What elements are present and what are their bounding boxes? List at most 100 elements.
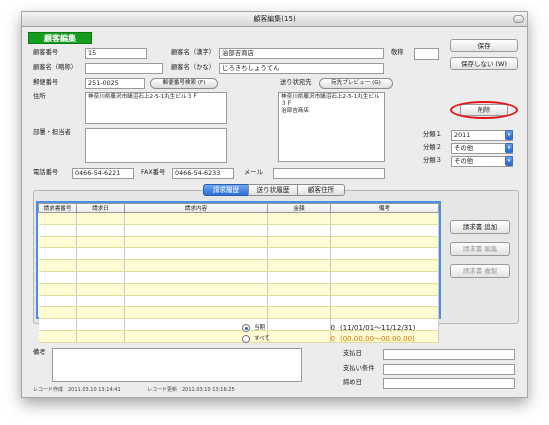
table-cell [267,224,331,237]
all-period-radio[interactable] [242,335,250,343]
table-cell [38,259,77,272]
window-title: 顧客編集(15) [253,15,296,23]
customer-edit-window: 顧客編集(15) 顧客編集 顧客番号 15 顧客名（略称） 顧客名（漢字） 治部… [21,11,528,398]
table-cell [38,318,77,331]
table-cell [267,212,331,225]
table-cell [330,236,439,249]
column-header[interactable]: 請求内容 [124,203,268,213]
customer-short-field[interactable] [85,63,163,74]
send-to-label: 送り状宛先 [280,79,312,86]
postal-label: 郵便番号 [33,79,59,86]
send-to-field[interactable]: 神奈川県藤沢市鵠沼石上2-5-1丸生ビル ３Ｆ 治部吉商店 [278,92,385,162]
table-cell [267,330,331,343]
phone-field[interactable]: 0466-54-6221 [72,168,134,179]
invoice-edit-button[interactable]: 請求書 編集 [450,242,510,256]
chevron-down-icon: ▾ [505,130,513,140]
dept-field[interactable] [85,128,227,163]
column-header[interactable]: 金額 [267,203,331,213]
table-cell [330,224,439,237]
table-row[interactable] [38,271,439,284]
table-cell [76,259,125,272]
table-cell [267,259,331,272]
category-2-select[interactable]: その他 ▾ [451,143,513,154]
memo-label: 備考 [33,349,46,356]
no-save-button[interactable]: 保存しない (W) [450,57,518,70]
pay-terms-field[interactable] [383,364,515,375]
table-row[interactable] [38,224,439,237]
dept-label: 部署・担当者 [33,129,71,136]
table-cell [124,295,268,308]
phone-label: 電話番号 [33,169,59,176]
column-header[interactable]: 請求書番号 [38,203,77,213]
table-row[interactable] [38,212,439,225]
tab-customer-address[interactable]: 顧客住所 [297,184,345,196]
table-row[interactable] [38,295,439,308]
table-cell [124,271,268,284]
table-cell [124,224,268,237]
customer-name-kanji-field[interactable]: 治部吉商店 [219,48,384,59]
table-cell [76,330,125,343]
chevron-down-icon: ▾ [505,156,513,166]
invoice-table[interactable]: 請求書番号 請求日 請求内容 金額 備考 [36,201,441,343]
delete-highlight-annotation [450,101,518,119]
address-field[interactable]: 神奈川県藤沢市鵠沼石上2-5-1丸生ビル３Ｆ [85,92,227,124]
table-cell [267,318,331,331]
table-cell [38,306,77,320]
category-1-label: 分類１ [423,131,442,138]
mail-label: メール [244,169,263,176]
all-period-count: 0 [330,335,335,343]
table-cell [38,247,77,261]
table-cell [76,236,125,249]
table-cell [38,283,77,296]
all-period-label: すべて [254,336,270,342]
tab-billing-history[interactable]: 請求履歴 [203,184,249,196]
category-3-select[interactable]: その他 ▾ [451,156,513,167]
table-row[interactable] [38,236,439,249]
table-cell [76,306,125,320]
tab-shipping-history[interactable]: 送り状履歴 [248,184,298,196]
table-cell [76,212,125,225]
chevron-down-icon: ▾ [505,143,513,153]
customer-name-kanji-label: 顧客名（漢字） [171,49,216,56]
table-row[interactable] [38,306,439,320]
category-2-value: その他 [454,144,474,152]
table-cell [267,236,331,249]
current-period-label: 当期 [254,325,266,331]
table-row[interactable] [38,283,439,296]
table-cell [38,271,77,284]
column-header[interactable]: 請求日 [76,203,125,213]
close-date-label: 締め日 [343,379,362,386]
category-1-value: 2011 [454,131,471,139]
save-button[interactable]: 保存 [450,39,518,52]
table-cell [124,212,268,225]
customer-no-field[interactable]: 15 [85,48,147,59]
mail-field[interactable] [273,168,385,179]
section-title: 顧客編集 [28,32,92,44]
address-preview-button[interactable]: 宛先プレビュー (G) [319,78,393,89]
invoice-add-button[interactable]: 請求書 追加 [450,220,510,234]
table-row[interactable] [38,259,439,272]
postal-field[interactable]: 251-0025 [85,78,145,89]
memo-field[interactable] [52,348,302,382]
table-cell [38,224,77,237]
table-cell [38,236,77,249]
table-row[interactable] [38,247,439,261]
all-period-range: (00.00.00〜00.00.00) [340,335,415,343]
fax-field[interactable]: 0466-54-6233 [172,168,234,179]
category-1-select[interactable]: 2011 ▾ [451,130,513,141]
table-cell [330,247,439,261]
postal-search-button[interactable]: 郵便番号検索 (F) [150,78,218,89]
customer-name-kana-label: 顧客名（かな） [171,64,216,71]
table-cell [124,247,268,261]
invoice-copy-button[interactable]: 請求書 複製 [450,264,510,278]
table-cell [76,295,125,308]
toolbar-toggle-button[interactable] [513,15,524,23]
pay-date-field[interactable] [383,349,515,360]
category-3-label: 分類３ [423,157,442,164]
customer-name-kana-field[interactable]: じろきちしょうてん [219,63,384,74]
honorific-field[interactable] [414,48,439,60]
current-period-radio[interactable] [242,324,250,332]
column-header[interactable]: 備考 [330,203,439,213]
table-cell [76,283,125,296]
close-date-field[interactable] [383,378,515,389]
